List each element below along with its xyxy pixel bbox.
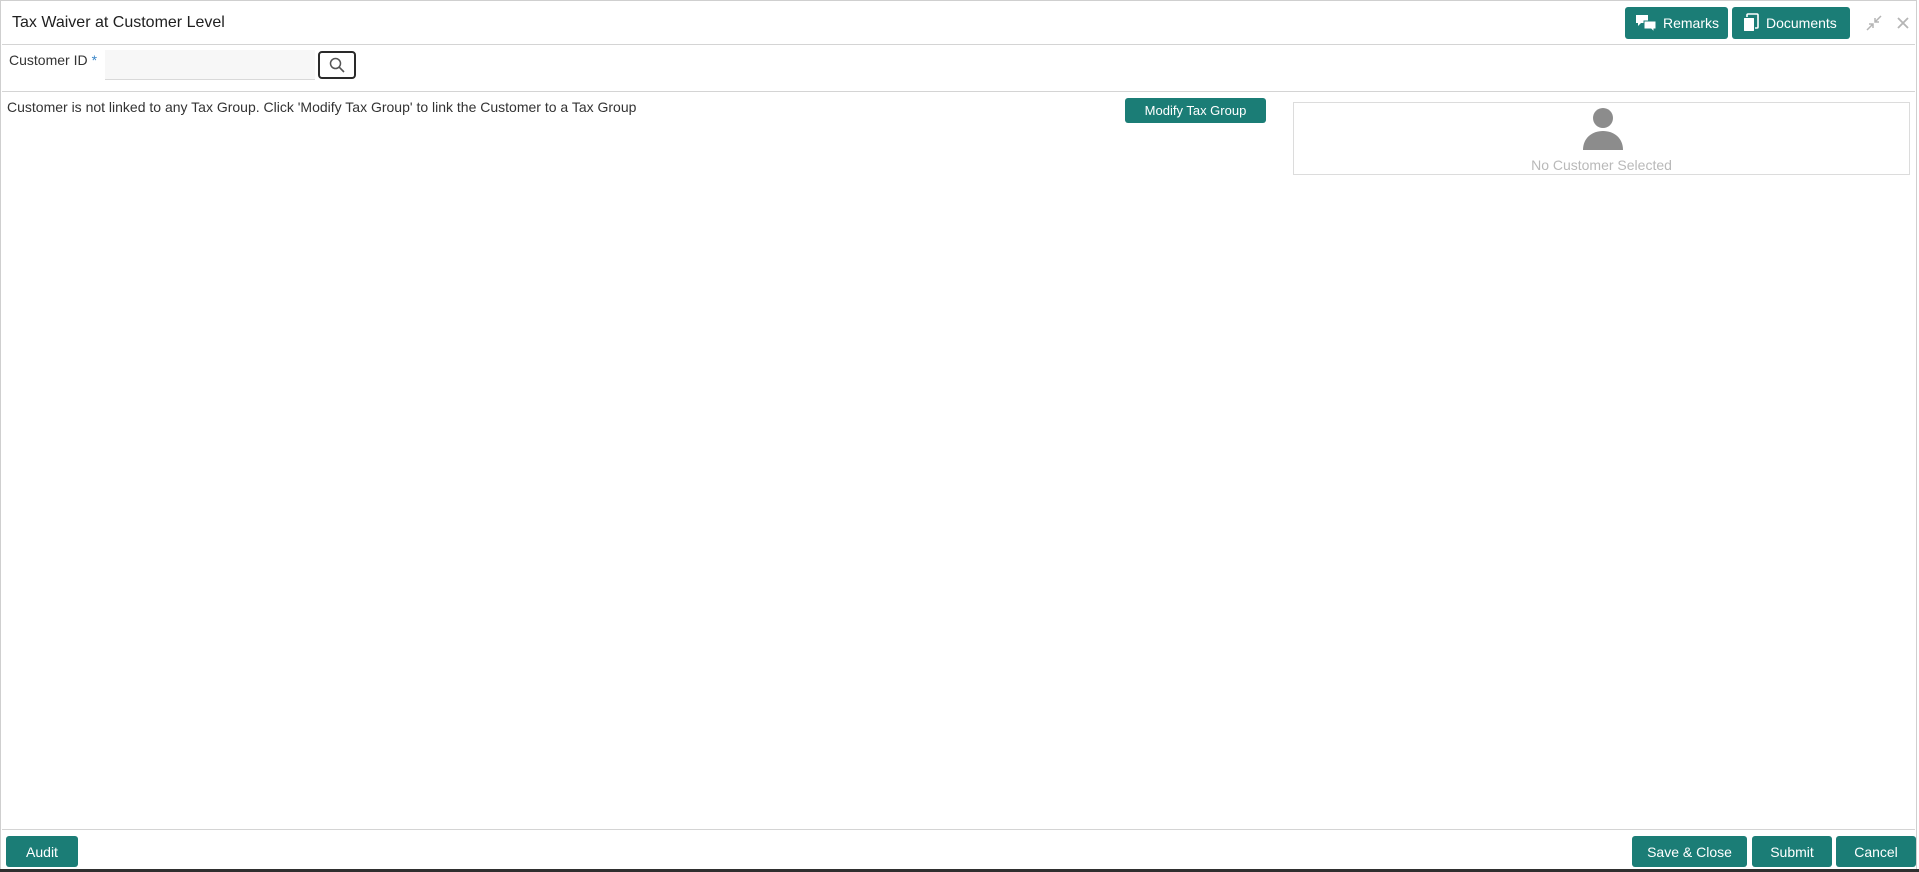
chat-icon [1636,15,1657,32]
remarks-button[interactable]: Remarks [1625,7,1728,39]
customer-id-label: Customer ID * [9,52,97,68]
window-title: Tax Waiver at Customer Level [12,14,225,31]
required-marker: * [91,52,98,68]
footer-bar: Audit Save & Close Submit Cancel [2,829,1916,872]
remarks-label: Remarks [1663,15,1720,31]
save-and-close-button[interactable]: Save & Close [1632,836,1747,867]
window-header: Tax Waiver at Customer Level Remarks Doc… [2,2,1915,45]
cancel-button[interactable]: Cancel [1836,836,1916,867]
customer-info-card: No Customer Selected [1293,102,1910,175]
documents-button[interactable]: Documents [1732,7,1850,39]
minimize-icon[interactable] [1865,14,1883,32]
close-icon[interactable] [1894,14,1912,32]
customer-search-button[interactable] [318,51,356,79]
document-icon [1743,13,1759,32]
documents-label: Documents [1766,15,1837,31]
tax-waiver-window: Tax Waiver at Customer Level Remarks Doc… [0,0,1917,872]
customer-id-label-text: Customer ID [9,52,88,68]
audit-button[interactable]: Audit [6,836,78,867]
modify-tax-group-button[interactable]: Modify Tax Group [1125,98,1266,123]
customer-search-row: Customer ID * [2,45,1915,92]
avatar-icon [1583,108,1623,150]
no-customer-selected-text: No Customer Selected [1531,157,1672,173]
customer-id-input[interactable] [105,50,315,80]
search-icon [329,57,345,73]
submit-button[interactable]: Submit [1752,836,1832,867]
tax-group-message: Customer is not linked to any Tax Group.… [7,99,637,115]
